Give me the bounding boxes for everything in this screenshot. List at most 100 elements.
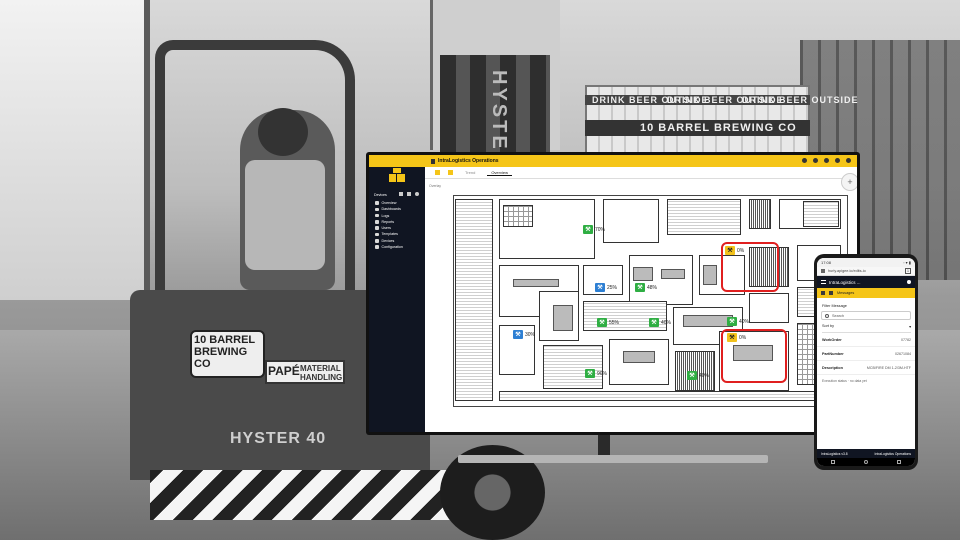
home-icon[interactable] xyxy=(821,269,825,273)
recents-icon[interactable] xyxy=(831,460,836,464)
detail-key: Description xyxy=(822,366,843,370)
zone-receiving-grid xyxy=(503,205,533,227)
sidebar-item-overview[interactable]: Overview xyxy=(375,201,403,205)
android-nav-bar xyxy=(817,458,915,466)
user-icon[interactable] xyxy=(846,158,851,163)
tab-overview[interactable]: Overview xyxy=(487,170,512,176)
zone-west-corridor xyxy=(455,199,493,401)
machine xyxy=(633,267,653,281)
machine xyxy=(553,305,573,331)
desktop-app-window: Devices Overview Dashboards Logs Reports… xyxy=(369,155,857,432)
sidebar-item-logs[interactable]: Logs xyxy=(375,214,403,218)
app-title: IntraLogistics Operations xyxy=(438,158,499,164)
zone-line-e xyxy=(749,293,789,323)
folder-icon[interactable] xyxy=(448,170,453,175)
templates-icon xyxy=(375,232,379,237)
status-badge[interactable]: ⚒ 30% xyxy=(513,330,535,339)
status-badge[interactable]: ⚒ 90% xyxy=(585,369,607,378)
app-logo-icon xyxy=(389,168,405,182)
tools-icon: ⚒ xyxy=(597,318,607,327)
phone-app-title: IntraLogistics ... xyxy=(829,279,861,285)
footer-left: IntraLogistics v3.8 xyxy=(821,451,848,456)
utilization-value: 30% xyxy=(525,331,536,338)
smartphone: 17:08 ◦ ▾ ▮ hurly.apigee.io/edits-io 1 I… xyxy=(814,254,918,470)
home-button-icon[interactable] xyxy=(863,460,868,464)
machine xyxy=(683,315,733,327)
zone-dock xyxy=(499,391,829,401)
grid-icon[interactable] xyxy=(824,158,829,163)
sidebar-item-label: Configuration xyxy=(381,245,403,250)
operator-helmet xyxy=(258,108,308,156)
menu-icon[interactable] xyxy=(821,280,826,284)
status-note: Execution status · no data yet xyxy=(822,379,867,383)
tab-messages[interactable]: Messages xyxy=(837,291,854,295)
tools-icon: ⚒ xyxy=(727,317,737,326)
search-icon[interactable] xyxy=(415,192,419,196)
folder-icon[interactable] xyxy=(829,291,833,295)
print-icon[interactable] xyxy=(802,158,807,163)
phone-status-bar: 17:08 ◦ ▾ ▮ xyxy=(817,258,915,267)
sidebar-item-configuration[interactable]: Configuration xyxy=(375,245,403,249)
dealer-subtext: MATERIAL HANDLING xyxy=(300,364,343,382)
utilization-value: 40% xyxy=(699,372,710,379)
tools-icon: ⚒ xyxy=(585,369,595,378)
help-icon[interactable] xyxy=(835,158,840,163)
tab-trend[interactable]: Trend xyxy=(461,170,479,175)
status-badge[interactable]: ⚒ 40% xyxy=(687,371,709,380)
utilization-value: 25% xyxy=(607,284,618,291)
machine xyxy=(661,269,685,279)
add-button[interactable]: + xyxy=(841,173,857,191)
tab-count[interactable]: 1 xyxy=(905,268,911,274)
browser-address-bar[interactable]: hurly.apigee.io/edits-io 1 xyxy=(817,267,915,276)
sort-dropdown[interactable]: Sort by ▾ xyxy=(822,324,911,333)
safety-vest xyxy=(245,160,325,270)
search-input[interactable]: Search xyxy=(821,311,911,320)
sidebar-item-label: Users xyxy=(381,226,391,231)
detail-key: WorkOrder xyxy=(822,338,842,342)
pallet-brand: 10 BARREL BREWING CO xyxy=(640,122,797,134)
share-icon[interactable] xyxy=(907,280,911,284)
devices-icon xyxy=(375,239,379,243)
sidebar-item-users[interactable]: Users xyxy=(375,226,403,230)
app-title-icon xyxy=(431,158,435,164)
hazard-stripes xyxy=(150,470,450,520)
detail-value: MCB/FIRE DM 1-2/3M-HTF xyxy=(866,366,911,370)
status-badge[interactable]: ⚒ 25% xyxy=(595,283,617,292)
machine xyxy=(703,265,717,285)
status-badge[interactable]: ⚒ 70% xyxy=(583,225,605,234)
zone-racking xyxy=(749,199,771,229)
home-icon[interactable] xyxy=(435,170,440,175)
filter-label: Filter Message xyxy=(822,304,847,308)
bay-door xyxy=(0,0,150,300)
grid-icon[interactable] xyxy=(399,192,403,196)
sort-label: Sort by xyxy=(822,324,835,328)
status-badge[interactable]: ⚒ 55% xyxy=(597,318,619,327)
status-badge[interactable]: ⚒ 48% xyxy=(635,283,657,292)
share-icon[interactable] xyxy=(813,158,818,163)
app-topbar: IntraLogistics Operations xyxy=(369,155,857,167)
detail-row: PartNumber 02671084 xyxy=(817,347,915,361)
monitor-base xyxy=(458,455,768,463)
back-icon[interactable] xyxy=(896,460,901,464)
dealer-badge-text: PAPÉ xyxy=(268,364,300,378)
sidebar-item-templates[interactable]: Templates xyxy=(375,232,403,236)
tools-icon: ⚒ xyxy=(513,330,523,339)
sidebar-item-reports[interactable]: Reports xyxy=(375,220,403,224)
utilization-value: 40% xyxy=(739,318,750,325)
tablet-icon[interactable] xyxy=(407,192,411,196)
tools-icon: ⚒ xyxy=(595,283,605,292)
logs-icon xyxy=(375,213,379,218)
home-icon[interactable] xyxy=(821,291,825,295)
url-text[interactable]: hurly.apigee.io/edits-io xyxy=(828,269,902,273)
status-badge[interactable]: ⚒ 40% xyxy=(727,317,749,326)
utilization-value: 48% xyxy=(647,284,658,291)
sidebar-item-dashboards[interactable]: Dashboards xyxy=(375,207,403,211)
sidebar-item-devices[interactable]: Devices xyxy=(375,239,403,243)
alert-highlight[interactable] xyxy=(721,242,779,292)
breadcrumb: Overlay xyxy=(429,184,442,188)
utilization-value: 90% xyxy=(597,370,608,377)
alert-highlight[interactable] xyxy=(721,329,787,383)
status-badge[interactable]: ⚒ 40% xyxy=(649,318,671,327)
floor-plan: ⚒ 70% ⚒ 25% ⚒ 48% ⚒ 0% ⚒ 55% ⚒ 40% ⚒ 40% ⚒ 30% ⚒… xyxy=(453,195,848,407)
phone-screen: 17:08 ◦ ▾ ▮ hurly.apigee.io/edits-io 1 I… xyxy=(817,258,915,466)
